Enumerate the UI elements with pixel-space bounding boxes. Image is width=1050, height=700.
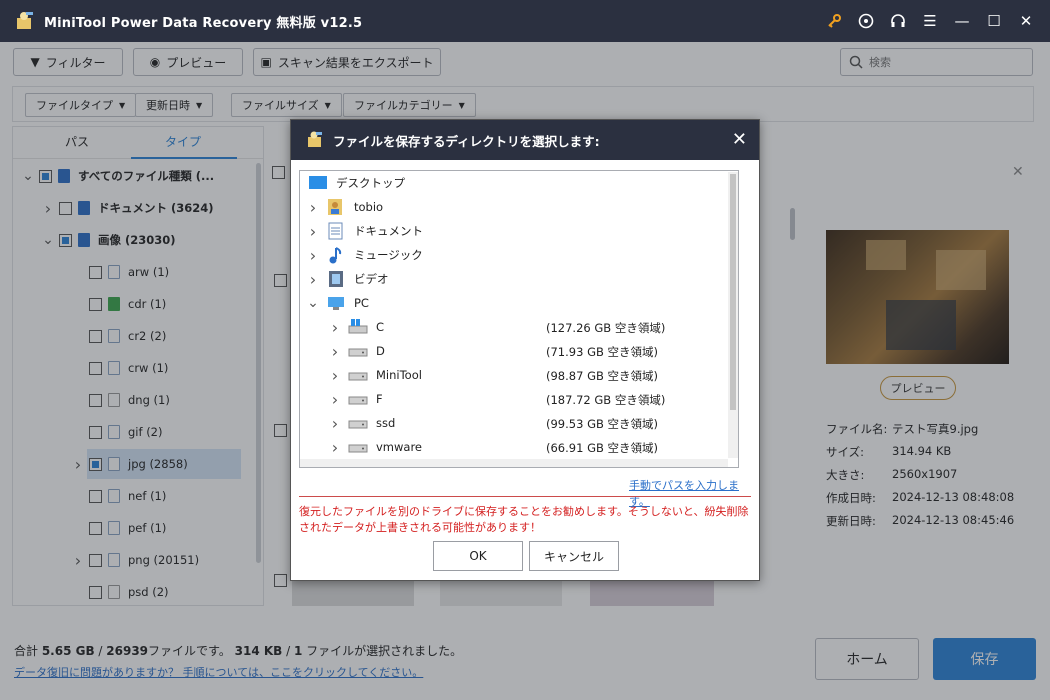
free-space-text: (66.91 GB 空き領域) xyxy=(546,441,659,455)
dialog-title: ファイルを保存するディレクトリを選択します: xyxy=(333,133,600,149)
directory-label: PC xyxy=(354,296,369,310)
chevron-right-icon[interactable]: › xyxy=(306,246,320,265)
headset-icon[interactable] xyxy=(882,0,914,42)
directory-label: ssd xyxy=(376,416,396,430)
directory-item[interactable]: › ビデオ xyxy=(306,267,389,291)
chevron-right-icon[interactable]: › xyxy=(328,318,342,337)
directory-label: デスクトップ xyxy=(336,176,405,190)
directory-label: ビデオ xyxy=(354,272,389,286)
pc-icon xyxy=(328,297,344,310)
close-icon[interactable]: ✕ xyxy=(1010,0,1042,42)
directory-label: ミュージック xyxy=(354,248,423,262)
dialog-header: ファイルを保存するディレクトリを選択します: ✕ xyxy=(291,120,759,160)
directory-item[interactable]: › ドキュメント xyxy=(306,219,423,243)
free-space-text: (127.26 GB 空き領域) xyxy=(546,321,666,335)
directory-label: F xyxy=(376,392,383,406)
maximize-icon[interactable]: ☐ xyxy=(978,0,1010,42)
drive-icon xyxy=(348,420,368,429)
dialog-logo-icon xyxy=(308,131,322,147)
menu-icon[interactable]: ☰ xyxy=(914,0,946,42)
video-icon xyxy=(329,271,343,287)
chevron-down-icon[interactable]: ⌄ xyxy=(306,295,320,311)
directory-item[interactable]: › C xyxy=(328,315,384,339)
directory-tree: デスクトップ › tobio › ドキュメント › ミュージック › ビデオ ⌄ PC › C (127.… xyxy=(299,170,739,468)
directory-item[interactable]: › F xyxy=(328,387,383,411)
directory-label: C xyxy=(376,320,385,334)
dialog-close-icon[interactable]: ✕ xyxy=(732,129,747,150)
directory-item[interactable]: › D xyxy=(328,339,385,363)
directory-label: MiniTool xyxy=(376,368,422,382)
free-space-text: (99.53 GB 空き領域) xyxy=(546,417,659,431)
documents-icon xyxy=(328,222,343,240)
app-title: MiniTool Power Data Recovery 無料版 v12.5 xyxy=(44,15,363,31)
key-icon[interactable] xyxy=(818,0,850,42)
directory-item[interactable]: › MiniTool xyxy=(328,363,422,387)
windows-drive-icon xyxy=(348,319,368,334)
chevron-right-icon[interactable]: › xyxy=(328,438,342,457)
free-space-text: (98.87 GB 空き領域) xyxy=(546,369,659,383)
desktop-icon xyxy=(309,176,327,189)
minimize-icon[interactable]: — xyxy=(946,0,978,42)
cancel-button[interactable]: キャンセル xyxy=(529,541,619,571)
chevron-right-icon[interactable]: › xyxy=(328,366,342,385)
disc-icon[interactable] xyxy=(850,0,882,42)
chevron-right-icon[interactable]: › xyxy=(306,270,320,289)
user-folder-icon xyxy=(328,199,342,215)
app-logo-icon xyxy=(17,12,33,29)
drive-icon xyxy=(348,444,368,453)
directory-hscrollbar[interactable] xyxy=(300,459,728,467)
ok-button[interactable]: OK xyxy=(433,541,523,571)
directory-scrollbar[interactable] xyxy=(728,172,738,458)
directory-item[interactable]: › vmware xyxy=(328,435,422,459)
chevron-right-icon[interactable]: › xyxy=(328,414,342,433)
divider xyxy=(299,496,751,497)
drive-icon xyxy=(348,396,368,405)
drive-icon xyxy=(348,348,368,357)
free-space-text: (187.72 GB 空き領域) xyxy=(546,393,666,407)
chevron-right-icon[interactable]: › xyxy=(306,198,320,217)
directory-label: tobio xyxy=(354,200,384,214)
select-directory-dialog: ファイルを保存するディレクトリを選択します: ✕ デスクトップ › tobio › ドキ… xyxy=(290,119,760,581)
chevron-right-icon[interactable]: › xyxy=(306,222,320,241)
directory-item[interactable]: デスクトップ xyxy=(306,171,405,195)
directory-label: ドキュメント xyxy=(354,224,423,238)
chevron-right-icon[interactable]: › xyxy=(328,342,342,361)
directory-item[interactable]: ⌄ PC xyxy=(306,291,369,315)
directory-label: vmware xyxy=(376,440,423,454)
directory-item[interactable]: › ssd xyxy=(328,411,396,435)
directory-label: D xyxy=(376,344,385,358)
directory-item[interactable]: › ミュージック xyxy=(306,243,423,267)
chevron-right-icon[interactable]: › xyxy=(328,390,342,409)
title-bar: MiniTool Power Data Recovery 無料版 v12.5 ☰… xyxy=(0,0,1050,42)
drive-icon xyxy=(348,372,368,381)
directory-item[interactable]: › tobio xyxy=(306,195,383,219)
music-icon xyxy=(329,247,342,264)
warning-text: 復元したファイルを別のドライブに保存することをお勧めします。そうしないと、紛失削… xyxy=(299,505,749,534)
free-space-text: (71.93 GB 空き領域) xyxy=(546,345,659,359)
